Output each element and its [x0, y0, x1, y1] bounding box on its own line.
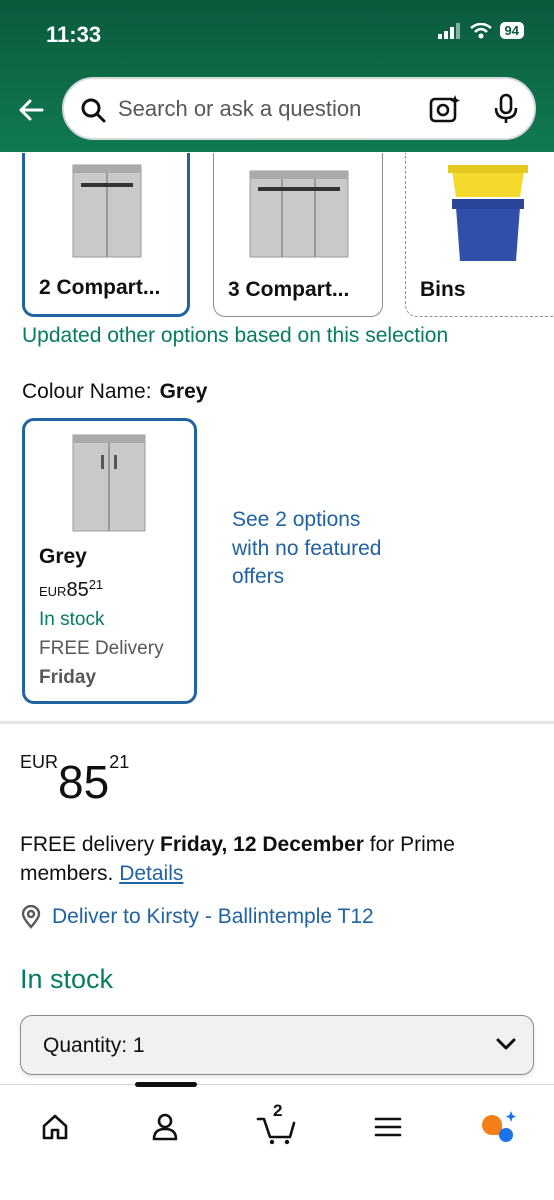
cart-count: 2 [273, 1101, 283, 1120]
see-options-link[interactable]: See 2 options with no featured offers [232, 506, 392, 592]
cabinet-image [72, 434, 146, 532]
swatch-price: EUR8521 [39, 577, 103, 602]
details-link[interactable]: Details [119, 862, 183, 885]
nav-menu[interactable] [364, 1103, 412, 1151]
option-bins[interactable]: Bins [405, 153, 554, 317]
quantity-selector[interactable]: Quantity: 1 [20, 1015, 534, 1075]
deliver-to-address[interactable]: Deliver to Kirsty - Ballintemple T12 [52, 905, 374, 929]
quantity-label: Quantity: 1 [43, 1034, 145, 1058]
nav-account[interactable] [141, 1103, 189, 1151]
option-label: 2 Compart... [39, 276, 161, 299]
quantity-label-text: Quantity: [43, 1034, 128, 1057]
menu-icon [374, 1117, 402, 1137]
back-arrow-icon[interactable] [14, 92, 50, 128]
status-time: 11:33 [46, 22, 102, 47]
swatch-delivery-day: Friday [39, 667, 97, 688]
stock-status: In stock [20, 964, 114, 994]
battery-indicator: 94 [499, 22, 524, 39]
swatch-currency: EUR [39, 584, 67, 599]
app-header: 11:33 94 [0, 0, 554, 152]
search-input[interactable] [118, 89, 418, 129]
nav-assistant[interactable] [474, 1103, 522, 1151]
active-tab-indicator [135, 1082, 197, 1087]
quantity-value: 1 [132, 1034, 145, 1057]
swatch-delivery: FREE Delivery [39, 638, 164, 659]
bottom-navigation: 2 [0, 1082, 554, 1200]
section-divider [0, 721, 554, 724]
colour-label: Colour Name: [22, 380, 152, 403]
colour-name-row: Colour Name: Grey [22, 380, 207, 404]
product-price: EUR8521 [20, 752, 129, 809]
camera-icon[interactable] [428, 93, 462, 125]
search-icon [81, 98, 106, 123]
deliver-to-row[interactable]: Deliver to Kirsty - Ballintemple T12 [20, 905, 374, 929]
updated-options-note: Updated other options based on this sele… [22, 324, 449, 347]
status-icons: 94 [437, 22, 524, 39]
nav-cart[interactable]: 2 [253, 1101, 301, 1151]
delivery-date: Friday, 12 December [160, 833, 364, 856]
account-icon [152, 1113, 178, 1141]
option-label: 3 Compart... [228, 278, 350, 301]
option-3-compartment[interactable]: 3 Compart... [213, 153, 383, 317]
swatch-cents: 21 [88, 577, 104, 592]
swatch-stock: In stock [39, 609, 105, 630]
price-whole: 85 [58, 756, 110, 808]
chevron-down-icon [496, 1038, 516, 1050]
colour-swatch-grey[interactable]: Grey EUR8521 In stock FREE Delivery Frid… [22, 418, 197, 704]
assistant-icon [482, 1111, 516, 1142]
cabinet-3-door-image [249, 170, 349, 258]
colour-value: Grey [159, 380, 208, 403]
cabinet-2-door-image [72, 164, 142, 258]
delivery-info: FREE delivery Friday, 12 December for Pr… [20, 830, 530, 888]
bins-image [448, 165, 528, 261]
wifi-icon [469, 22, 492, 38]
delivery-prefix: FREE delivery [20, 833, 161, 856]
location-pin-icon [21, 905, 41, 929]
search-bar[interactable] [62, 77, 536, 140]
signal-icon [437, 22, 460, 39]
option-2-compartment[interactable]: 2 Compart... [22, 153, 190, 317]
nav-home[interactable] [31, 1103, 79, 1151]
swatch-name: Grey [39, 545, 87, 568]
swatch-whole: 85 [66, 579, 89, 601]
price-cents: 21 [109, 752, 130, 772]
microphone-icon[interactable] [492, 93, 520, 125]
price-currency: EUR [20, 752, 59, 772]
home-icon [42, 1114, 68, 1140]
option-label: Bins [420, 278, 466, 301]
